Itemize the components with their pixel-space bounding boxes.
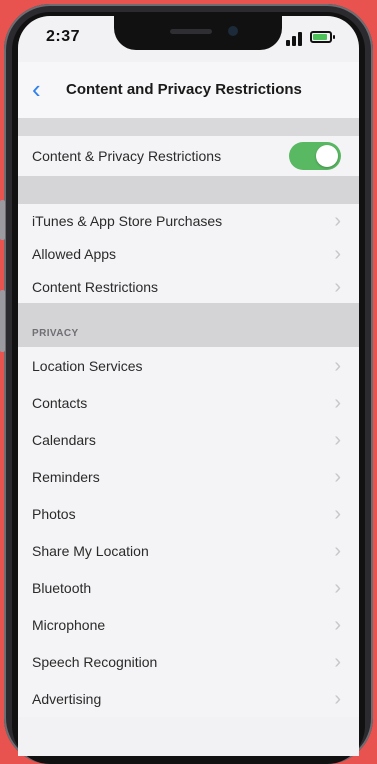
chevron-right-icon: › bbox=[334, 502, 341, 525]
list-item-advertising[interactable]: Advertising › bbox=[18, 680, 359, 717]
list-item-contacts[interactable]: Contacts › bbox=[18, 384, 359, 421]
speaker-grille bbox=[170, 29, 212, 34]
list-item-label: Bluetooth bbox=[32, 579, 92, 596]
signal-icon bbox=[286, 30, 302, 46]
list-item-label: Location Services bbox=[32, 357, 143, 374]
chevron-right-icon: › bbox=[334, 465, 341, 488]
list-item-calendars[interactable]: Calendars › bbox=[18, 421, 359, 458]
list-item-photos[interactable]: Photos › bbox=[18, 495, 359, 532]
chevron-right-icon: › bbox=[334, 613, 341, 636]
list-item-label: iTunes & App Store Purchases bbox=[32, 212, 223, 229]
list-item-label: Contacts bbox=[32, 394, 88, 411]
list-item-location-services[interactable]: Location Services › bbox=[18, 347, 359, 384]
chevron-right-icon: › bbox=[334, 354, 341, 377]
list-item-label: Photos bbox=[32, 505, 76, 522]
chevron-right-icon: › bbox=[334, 391, 341, 414]
list-item-itunes-purchases[interactable]: iTunes & App Store Purchases › bbox=[18, 204, 359, 237]
status-bar: 2:37 bbox=[18, 16, 359, 62]
volume-down-button bbox=[0, 290, 5, 352]
list-item-allowed-apps[interactable]: Allowed Apps › bbox=[18, 237, 359, 270]
list-item-label: Share My Location bbox=[32, 542, 149, 559]
list-item-label: Content Restrictions bbox=[32, 278, 159, 295]
chevron-right-icon: › bbox=[334, 650, 341, 673]
volume-up-button bbox=[0, 200, 5, 240]
toggle-label: Content & Privacy Restrictions bbox=[32, 148, 222, 164]
list-item-bluetooth[interactable]: Bluetooth › bbox=[18, 569, 359, 606]
list-item-microphone[interactable]: Microphone › bbox=[18, 606, 359, 643]
list-item-content-restrictions[interactable]: Content Restrictions › bbox=[18, 270, 359, 303]
list-item-label: Calendars bbox=[32, 431, 96, 448]
page-title: Content and Privacy Restrictions bbox=[66, 81, 302, 98]
battery-icon bbox=[310, 31, 335, 43]
chevron-right-icon: › bbox=[334, 275, 341, 298]
toggle-knob bbox=[316, 145, 338, 167]
list-item-label: Speech Recognition bbox=[32, 653, 158, 670]
privacy-section-header: PRIVACY bbox=[18, 303, 359, 347]
chevron-right-icon: › bbox=[334, 242, 341, 265]
chevron-left-icon[interactable]: ‹ bbox=[32, 76, 41, 102]
navigation-bar: ‹ Content and Privacy Restrictions bbox=[18, 62, 359, 118]
chevron-right-icon: › bbox=[334, 687, 341, 710]
section-header-label: PRIVACY bbox=[32, 328, 79, 339]
chevron-right-icon: › bbox=[334, 576, 341, 599]
notch bbox=[114, 16, 282, 50]
front-camera bbox=[228, 26, 238, 36]
list-item-label: Allowed Apps bbox=[32, 245, 117, 262]
list-item-reminders[interactable]: Reminders › bbox=[18, 458, 359, 495]
content-privacy-toggle-row: Content & Privacy Restrictions bbox=[18, 136, 359, 176]
content-privacy-toggle[interactable] bbox=[289, 142, 341, 170]
status-time: 2:37 bbox=[46, 28, 81, 45]
list-item-label: Microphone bbox=[32, 616, 106, 633]
list-item-speech-recognition[interactable]: Speech Recognition › bbox=[18, 643, 359, 680]
section-gap bbox=[18, 118, 359, 136]
chevron-right-icon: › bbox=[334, 428, 341, 451]
list-item-label: Advertising bbox=[32, 690, 102, 707]
chevron-right-icon: › bbox=[334, 539, 341, 562]
chevron-right-icon: › bbox=[334, 209, 341, 232]
list-item-share-my-location[interactable]: Share My Location › bbox=[18, 532, 359, 569]
list-item-label: Reminders bbox=[32, 468, 100, 485]
phone-screen: 2:37 ‹ Content and Privacy Restrictions … bbox=[18, 16, 359, 756]
section-gap bbox=[18, 176, 359, 204]
